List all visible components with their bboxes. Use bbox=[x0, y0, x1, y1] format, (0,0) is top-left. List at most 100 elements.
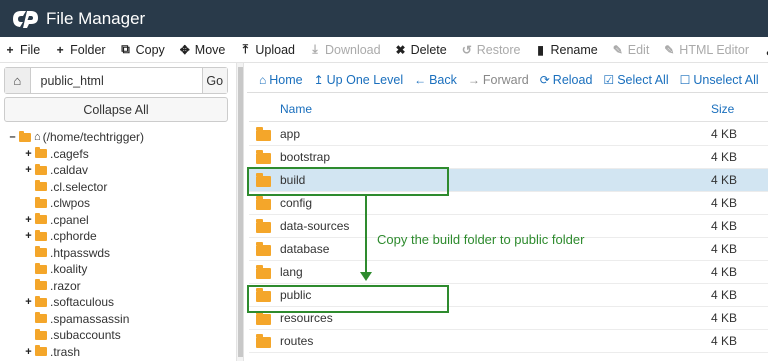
toolbar-button-restore[interactable]: ↺ Restore bbox=[461, 37, 521, 62]
file-size: 4 KB bbox=[711, 173, 738, 187]
folder-icon bbox=[35, 262, 47, 274]
tree-item[interactable]: .subaccounts bbox=[0, 327, 232, 344]
up-level-icon: ↥ bbox=[313, 72, 324, 87]
tree-item[interactable]: .razor bbox=[0, 278, 232, 295]
folder-icon bbox=[35, 328, 47, 340]
table-row[interactable]: lang 4 KB bbox=[249, 261, 768, 284]
table-header: Name Size bbox=[249, 96, 768, 122]
tree-item-label: .cpanel bbox=[50, 212, 89, 227]
nav-unselect-all[interactable]: ☐ Unselect All bbox=[680, 68, 759, 92]
folder-icon bbox=[35, 213, 47, 225]
home-button[interactable]: ⌂ bbox=[5, 68, 31, 93]
folder-icon bbox=[35, 345, 47, 357]
annotation-box-build bbox=[247, 167, 449, 196]
nav-label: Home bbox=[269, 72, 303, 87]
nav-up-one-level[interactable]: ↥ Up One Level bbox=[314, 68, 404, 92]
tree-item[interactable]: .spamassassin bbox=[0, 311, 232, 328]
key-icon: ⚷ bbox=[763, 43, 768, 57]
folder-icon bbox=[35, 246, 47, 258]
table-row[interactable]: app 4 KB bbox=[249, 123, 768, 146]
collapse-toggle-icon[interactable]: – bbox=[8, 131, 17, 143]
tree-item[interactable]: + .cpanel bbox=[0, 212, 232, 229]
tree-item[interactable]: + .softaculous bbox=[0, 294, 232, 311]
expand-toggle-icon[interactable]: + bbox=[24, 214, 33, 226]
folder-icon bbox=[256, 196, 271, 210]
toolbar-button-upload[interactable]: ⤒ Upload bbox=[239, 37, 295, 62]
file-name: app bbox=[280, 127, 301, 141]
path-input[interactable] bbox=[30, 68, 202, 93]
toolbar-button-html-editor[interactable]: ✎ HTML Editor bbox=[663, 37, 749, 62]
nav-label: Back bbox=[429, 72, 457, 87]
folder-icon bbox=[35, 295, 47, 307]
folder-icon bbox=[35, 147, 47, 159]
toolbar-button-copy[interactable]: ⧉ Copy bbox=[120, 37, 164, 62]
toolbar-button-rename[interactable]: ▮ Rename bbox=[535, 37, 598, 62]
expand-toggle-icon[interactable]: + bbox=[24, 148, 33, 160]
file-size: 4 KB bbox=[711, 150, 738, 164]
app-title: File Manager bbox=[46, 8, 146, 28]
folder-icon bbox=[256, 334, 271, 348]
tree-item-label: .spamassassin bbox=[50, 311, 130, 326]
move-icon: ✥ bbox=[179, 42, 190, 57]
splitter-grip[interactable] bbox=[238, 67, 243, 357]
tree-item[interactable]: + .cagefs bbox=[0, 146, 232, 163]
nav-home[interactable]: ⌂ Home bbox=[259, 68, 303, 92]
tree-item[interactable]: + .trash bbox=[0, 344, 232, 361]
go-button[interactable]: Go bbox=[201, 68, 227, 93]
unselect-all-icon: ☐ bbox=[679, 72, 691, 87]
tree-root[interactable]: – ⌂ (/home/techtrigger) bbox=[0, 129, 232, 146]
file-size: 4 KB bbox=[711, 219, 738, 233]
tree-item[interactable]: + .cphorde bbox=[0, 228, 232, 245]
nav-forward[interactable]: → Forward bbox=[468, 68, 529, 92]
collapse-all-button[interactable]: Collapse All bbox=[4, 97, 228, 122]
file-name: bootstrap bbox=[280, 150, 331, 164]
folder-icon bbox=[256, 127, 271, 141]
expand-toggle-icon[interactable]: + bbox=[24, 346, 33, 358]
file-name: database bbox=[280, 242, 330, 256]
tree-item[interactable]: + .caldav bbox=[0, 162, 232, 179]
tree-item[interactable]: .cl.selector bbox=[0, 179, 232, 196]
name-column-header[interactable]: Name bbox=[280, 102, 312, 116]
app-header: File Manager bbox=[0, 0, 768, 37]
nav-select-all[interactable]: ☑ Select All bbox=[603, 68, 668, 92]
file-name: lang bbox=[280, 265, 303, 279]
toolbar-button-edit[interactable]: ✎ Edit bbox=[612, 37, 650, 62]
tree-item[interactable]: .koality bbox=[0, 261, 232, 278]
tree-item[interactable]: .clwpos bbox=[0, 195, 232, 212]
toolbar-button-move[interactable]: ✥ Move bbox=[179, 37, 226, 62]
file-name: data-sources bbox=[280, 219, 350, 233]
size-column-header[interactable]: Size bbox=[711, 102, 734, 116]
left-panel: ⌂ Go Collapse All – ⌂ (/home/techtrigger… bbox=[0, 63, 236, 361]
plus-icon: + bbox=[6, 42, 14, 57]
toolbar-button-download[interactable]: ⤓ Download bbox=[309, 37, 380, 62]
folder-icon bbox=[35, 279, 47, 291]
table-row[interactable]: bootstrap 4 KB bbox=[249, 146, 768, 169]
table-row[interactable]: routes 4 KB bbox=[249, 330, 768, 353]
nav-label: Unselect All bbox=[693, 72, 759, 87]
cpanel-logo-icon bbox=[10, 7, 40, 31]
back-icon: ← bbox=[414, 72, 427, 87]
path-bar: ⌂ Go bbox=[4, 67, 228, 94]
folder-icon bbox=[35, 229, 47, 241]
nav-reload[interactable]: ⟳ Reload bbox=[540, 68, 593, 92]
toolbar-button-delete[interactable]: ✖ Delete bbox=[395, 37, 447, 62]
panel-splitter[interactable] bbox=[236, 63, 244, 361]
select-all-icon: ☑ bbox=[603, 72, 615, 87]
tree-root-label: (/home/techtrigger) bbox=[42, 130, 145, 145]
expand-toggle-icon[interactable]: + bbox=[24, 296, 33, 308]
nav-back[interactable]: ← Back bbox=[414, 68, 457, 92]
toolbar-button-folder[interactable]: + Folder bbox=[54, 37, 106, 62]
annotation-arrow-line bbox=[365, 196, 367, 274]
toolbar-button-pe[interactable]: ⚷Pe bbox=[763, 37, 768, 62]
file-size: 4 KB bbox=[711, 127, 738, 141]
toolbar-button-file[interactable]: + File bbox=[4, 37, 40, 62]
expand-toggle-icon[interactable]: + bbox=[24, 230, 33, 242]
expand-toggle-icon[interactable]: + bbox=[24, 164, 33, 176]
tree-item-label: .cphorde bbox=[50, 229, 97, 244]
tree-item[interactable]: .htpasswds bbox=[0, 245, 232, 262]
edit-icon: ✎ bbox=[612, 42, 623, 57]
folder-icon bbox=[256, 150, 271, 164]
annotation-arrow-head bbox=[360, 272, 372, 281]
tree-item-label: .koality bbox=[50, 262, 88, 277]
reload-icon: ⟳ bbox=[539, 72, 550, 87]
